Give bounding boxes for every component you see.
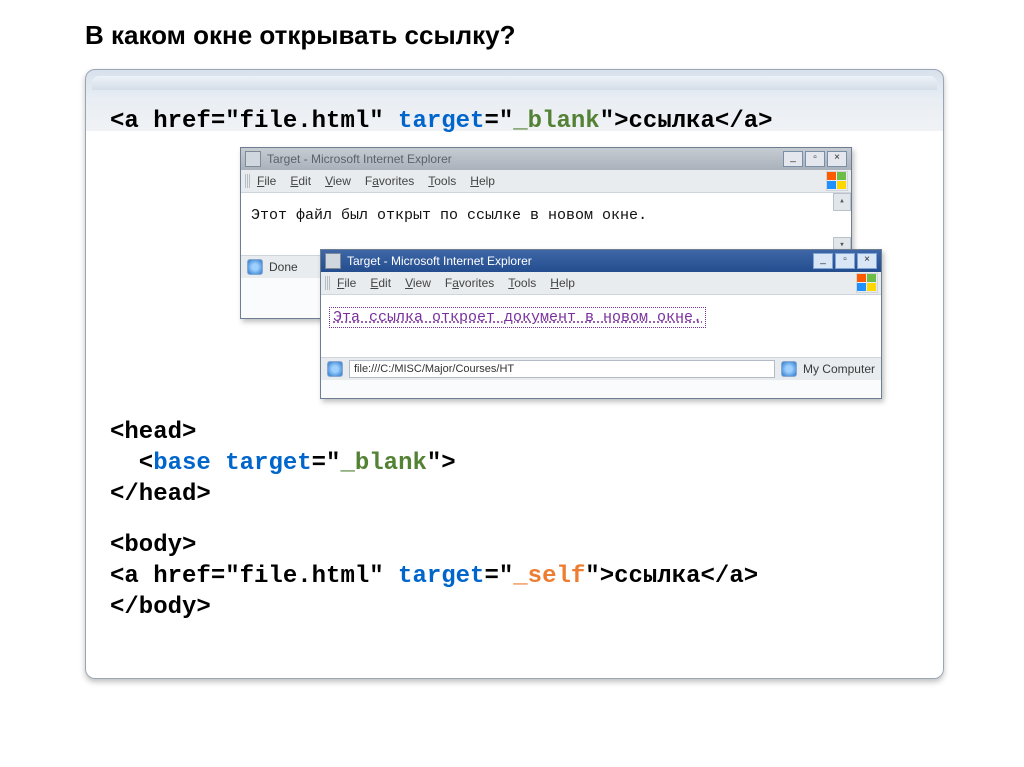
address-bar[interactable]: file:///C:/MISC/Major/Courses/HT xyxy=(349,360,775,378)
minimize-button[interactable]: _ xyxy=(783,151,803,167)
code-text: <a href="file.html" xyxy=(110,108,398,135)
ie-title-text: Target - Microsoft Internet Explorer xyxy=(267,152,452,166)
code-anchor-blank: <a href="file.html" target="_blank">ссыл… xyxy=(110,108,919,135)
ie-body-text-back: Этот файл был открыт по ссылке в новом о… xyxy=(251,207,647,224)
ie-body-link-front[interactable]: Эта ссылка откроет документ в новом окне… xyxy=(331,309,704,326)
menu-help-rest: elp xyxy=(479,174,495,188)
ie-body-front: Эта ссылка откроет документ в новом окне… xyxy=(321,295,881,358)
menu-tools[interactable]: Tools xyxy=(428,174,456,188)
ie-statusbar-front: file:///C:/MISC/Major/Courses/HT My Comp… xyxy=(321,358,881,380)
menu-view[interactable]: View xyxy=(325,174,351,188)
code-value-blank: _blank xyxy=(340,450,426,477)
code-attr-target: target xyxy=(398,563,484,590)
maximize-button[interactable]: ▫ xyxy=(805,151,825,167)
windows-logo-icon xyxy=(826,171,848,191)
code-base-tag: <base target="_blank"> xyxy=(110,450,919,477)
scroll-up-button[interactable]: ▴ xyxy=(833,193,851,211)
code-value-blank: _blank xyxy=(513,108,599,135)
ie-menubar-front: File Edit View Favorites Tools Help xyxy=(321,272,881,295)
menu-fav-rest: vorites xyxy=(379,174,414,188)
minimize-button[interactable]: _ xyxy=(813,253,833,269)
menu-view-rest: iew xyxy=(333,174,351,188)
code-text: ">ссылка</a> xyxy=(600,108,773,135)
ie-body-back: Этот файл был открыт по ссылке в новом о… xyxy=(241,193,851,256)
status-location: My Computer xyxy=(803,362,875,376)
menu-tools-rest: ools xyxy=(434,174,456,188)
menu-edit-rest: dit xyxy=(298,174,311,188)
ie-window-stack: Target - Microsoft Internet Explorer _ ▫… xyxy=(240,147,880,397)
my-computer-icon xyxy=(781,361,797,377)
menu-help[interactable]: Help xyxy=(470,174,495,188)
menu-file-rest: ile xyxy=(264,174,276,188)
ie-titlebar-front: Target - Microsoft Internet Explorer _ ▫… xyxy=(321,250,881,272)
menu-favorites[interactable]: Favorites xyxy=(365,174,414,188)
menu-help[interactable]: Help xyxy=(550,276,575,290)
close-button[interactable]: × xyxy=(857,253,877,269)
code-head-close: </head> xyxy=(110,481,919,508)
toolbar-grip[interactable] xyxy=(325,276,331,290)
code-value-self: _self xyxy=(513,563,585,590)
ie-window-front: Target - Microsoft Internet Explorer _ ▫… xyxy=(320,249,882,399)
code-body-close: </body> xyxy=(110,594,919,621)
code-head-open: <head> xyxy=(110,419,919,446)
code-text: <a href="file.html" xyxy=(110,563,398,590)
code-text: ">ссылка</a> xyxy=(585,563,758,590)
code-base-target: base target xyxy=(153,450,311,477)
menu-edit[interactable]: Edit xyxy=(290,174,311,188)
code-head-block: <head> <base target="_blank"> </head> xyxy=(110,419,919,508)
code-body-open: <body> xyxy=(110,532,919,559)
menu-edit[interactable]: Edit xyxy=(370,276,391,290)
ie-menubar-back: File Edit View Favorites Tools Help xyxy=(241,170,851,193)
page-title: В каком окне открывать ссылку? xyxy=(85,20,944,51)
code-attr-target: target xyxy=(398,108,484,135)
code-text: =" xyxy=(312,450,341,477)
windows-logo-icon xyxy=(856,273,878,293)
slide-panel: <a href="file.html" target="_blank">ссыл… xyxy=(85,69,944,679)
code-text: "> xyxy=(427,450,456,477)
code-text: < xyxy=(110,450,153,477)
menu-tools[interactable]: Tools xyxy=(508,276,536,290)
menu-file[interactable]: File xyxy=(257,174,276,188)
close-button[interactable]: × xyxy=(827,151,847,167)
maximize-button[interactable]: ▫ xyxy=(835,253,855,269)
menu-view[interactable]: View xyxy=(405,276,431,290)
ie-status-icon xyxy=(327,361,343,377)
toolbar-grip[interactable] xyxy=(245,174,251,188)
ie-status-icon xyxy=(247,259,263,275)
ie-title-text: Target - Microsoft Internet Explorer xyxy=(347,254,532,268)
code-text: =" xyxy=(484,563,513,590)
code-body-block: <body> <a href="file.html" target="_self… xyxy=(110,532,919,621)
code-text: =" xyxy=(484,108,513,135)
code-anchor-self: <a href="file.html" target="_self">ссылк… xyxy=(110,563,919,590)
ie-status-done: Done xyxy=(269,260,298,274)
ie-app-icon xyxy=(245,151,261,167)
menu-favorites[interactable]: Favorites xyxy=(445,276,494,290)
menu-file[interactable]: File xyxy=(337,276,356,290)
ie-app-icon xyxy=(325,253,341,269)
ie-titlebar-back: Target - Microsoft Internet Explorer _ ▫… xyxy=(241,148,851,170)
